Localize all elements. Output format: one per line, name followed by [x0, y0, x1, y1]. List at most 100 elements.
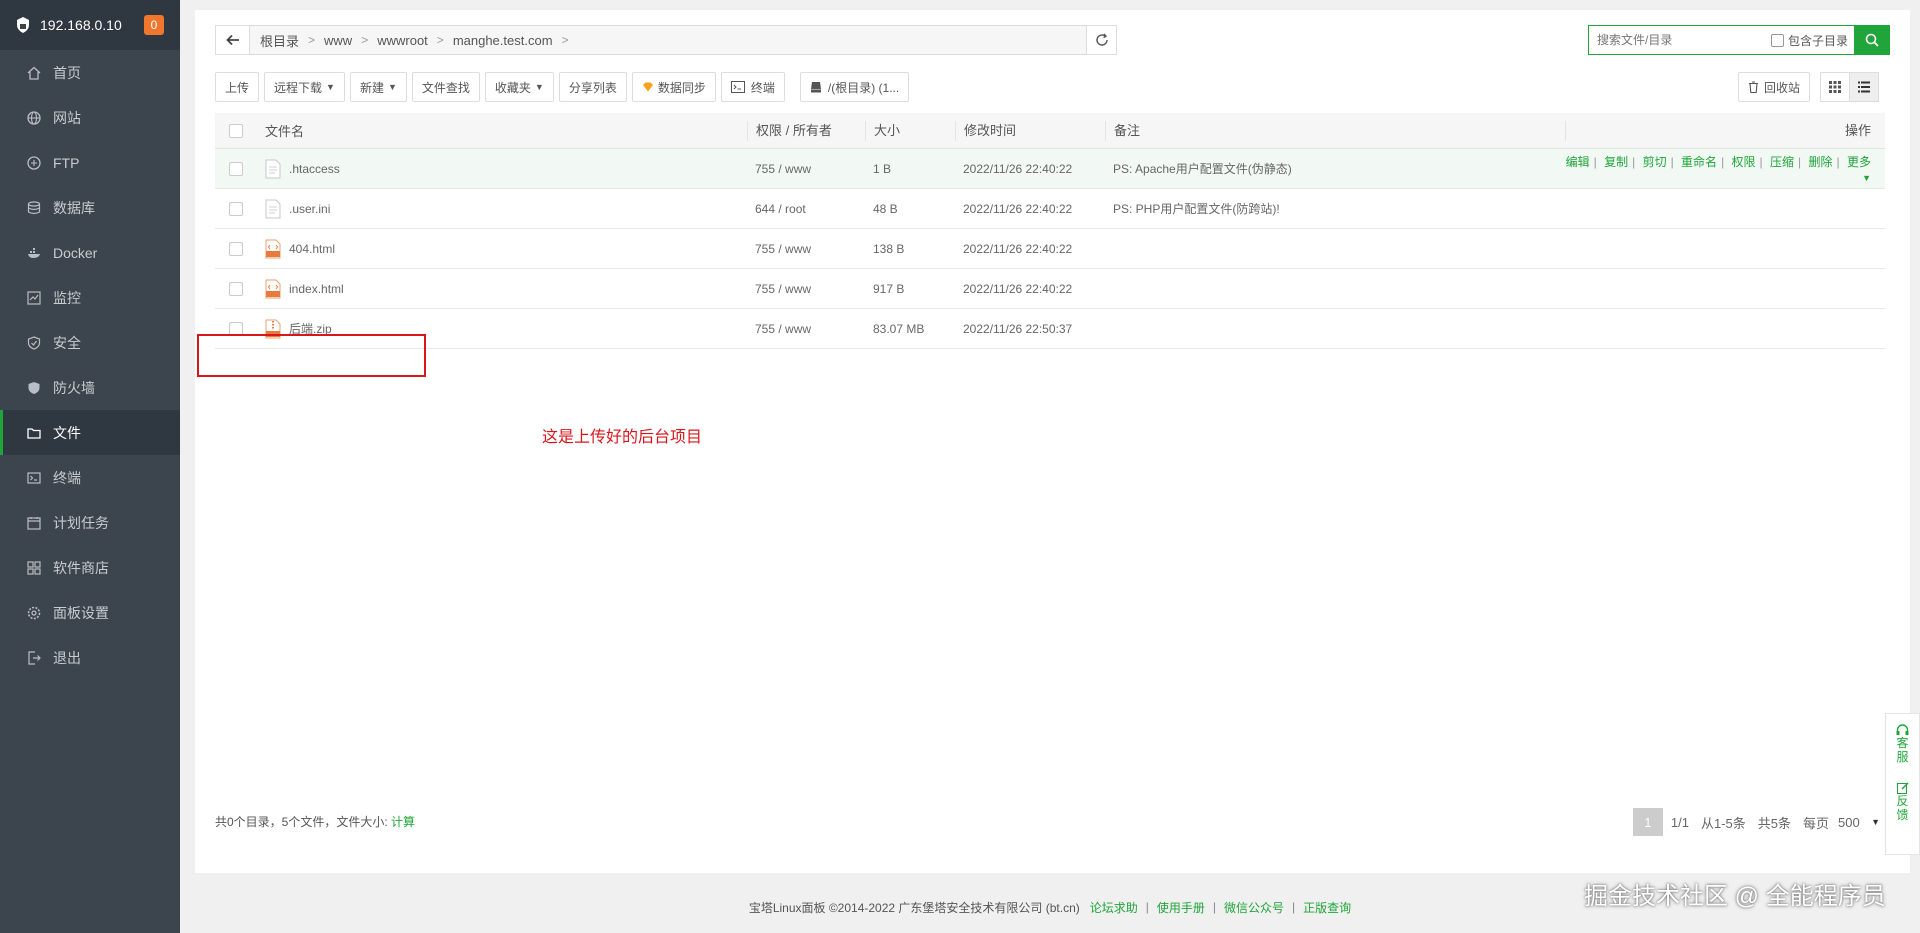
refresh-icon: [1095, 33, 1108, 46]
search-button[interactable]: [1854, 25, 1890, 55]
file-name[interactable]: 404.html: [289, 242, 335, 256]
file-mtime: 2022/11/26 22:40:22: [963, 161, 1073, 176]
refresh-button[interactable]: [1086, 26, 1116, 54]
row-checkbox[interactable]: [229, 161, 243, 176]
summary-text: 共0个目录，5个文件，文件大小:: [215, 815, 388, 829]
sidebar-item-ftp[interactable]: FTP: [0, 140, 180, 185]
sidebar-item-files[interactable]: 文件: [0, 410, 180, 455]
sidebar-item-terminal[interactable]: 终端: [0, 455, 180, 500]
file-perm[interactable]: 755 / www: [747, 162, 865, 176]
file-perm[interactable]: 755 / www: [747, 242, 865, 256]
file-perm[interactable]: 755 / www: [747, 322, 865, 336]
compress-link[interactable]: 压缩: [1770, 155, 1794, 169]
sidebar-item-home[interactable]: 首页: [0, 50, 180, 95]
sidebar-item-docker[interactable]: Docker: [0, 230, 180, 275]
copy-link[interactable]: 复制: [1604, 155, 1628, 169]
file-perm[interactable]: 644 / root: [747, 202, 865, 216]
remote-download-button[interactable]: 远程下载 ▼: [264, 72, 345, 102]
search-input[interactable]: [1589, 26, 1771, 54]
terminal-icon: [730, 81, 745, 93]
disk-button[interactable]: /(根目录) (1...: [799, 72, 910, 102]
table-row[interactable]: .htaccess 755 / www 1 B 2022/11/26 22:40…: [215, 149, 1885, 189]
breadcrumb-www[interactable]: www: [324, 33, 352, 48]
customer-service-button[interactable]: 客服: [1896, 714, 1909, 764]
feedback-button[interactable]: 反馈: [1896, 764, 1909, 822]
sidebar-item-logout[interactable]: 退出: [0, 635, 180, 680]
table-row[interactable]: index.html 755 / www 917 B 2022/11/26 22…: [215, 269, 1885, 309]
include-subdir-toggle[interactable]: 包含子目录: [1770, 32, 1854, 49]
table-row[interactable]: 后端.zip 755 / www 83.07 MB 2022/11/26 22:…: [215, 309, 1885, 349]
table-row[interactable]: .user.ini 644 / root 48 B 2022/11/26 22:…: [215, 189, 1885, 229]
header-mtime[interactable]: 修改时间: [955, 120, 1105, 141]
table-row[interactable]: 404.html 755 / www 138 B 2022/11/26 22:4…: [215, 229, 1885, 269]
file-name[interactable]: .htaccess: [289, 162, 340, 176]
list-view-button[interactable]: [1849, 72, 1879, 102]
message-badge[interactable]: 0: [144, 15, 164, 35]
include-subdir-checkbox[interactable]: [1770, 33, 1784, 47]
customer-service-label: 客服: [1896, 736, 1909, 764]
terminal-button[interactable]: 终端: [720, 72, 785, 102]
license-link[interactable]: 正版查询: [1303, 899, 1351, 916]
file-perm[interactable]: 755 / www: [747, 282, 865, 296]
page-range: 从1-5条: [1700, 815, 1746, 831]
file-mtime: 2022/11/26 22:50:37: [963, 321, 1073, 336]
trash-icon: [1749, 81, 1758, 93]
file-name[interactable]: .user.ini: [289, 202, 330, 216]
cut-link[interactable]: 剪切: [1643, 155, 1667, 169]
manual-link[interactable]: 使用手册: [1157, 899, 1205, 916]
edit-link[interactable]: 编辑: [1566, 155, 1590, 169]
row-checkbox[interactable]: [229, 201, 243, 216]
file-icon: [265, 159, 281, 178]
select-all-checkbox[interactable]: [229, 123, 243, 138]
upload-button[interactable]: 上传: [215, 72, 260, 102]
row-checkbox[interactable]: [229, 241, 243, 256]
docker-icon: [27, 246, 41, 260]
breadcrumb-site[interactable]: manghe.test.com: [453, 33, 553, 48]
data-sync-button[interactable]: 数据同步: [631, 72, 716, 102]
row-checkbox[interactable]: [229, 281, 243, 296]
permission-link[interactable]: 权限: [1732, 155, 1756, 169]
sidebar-item-database[interactable]: 数据库: [0, 185, 180, 230]
grid-view-button[interactable]: [1820, 72, 1850, 102]
new-button[interactable]: 新建 ▼: [349, 72, 407, 102]
wechat-link[interactable]: 微信公众号: [1224, 899, 1284, 916]
header-size[interactable]: 大小: [865, 120, 955, 141]
firewall-icon: [27, 381, 41, 395]
file-mtime: 2022/11/26 22:40:22: [963, 241, 1073, 256]
file-manager-panel: 根目录 > www > wwwroot > manghe.test.com > 包含子目…: [195, 10, 1910, 873]
rename-link[interactable]: 重命名: [1681, 155, 1717, 169]
new-label: 新建: [359, 80, 384, 95]
sidebar-item-settings[interactable]: 面板设置: [0, 590, 180, 635]
file-mtime: 2022/11/26 22:40:22: [963, 281, 1073, 296]
sidebar-item-store[interactable]: 软件商店: [0, 545, 180, 590]
sidebar-item-security[interactable]: 安全: [0, 320, 180, 365]
calc-size-link[interactable]: 计算: [391, 815, 415, 829]
breadcrumb-wwwroot[interactable]: wwwroot: [377, 33, 428, 48]
globe-icon: [27, 110, 41, 125]
sidebar-item-website[interactable]: 网站: [0, 95, 180, 140]
sidebar-item-label: 数据库: [53, 199, 95, 216]
sidebar-item-monitor[interactable]: 监控: [0, 275, 180, 320]
favorites-button[interactable]: 收藏夹 ▼: [484, 72, 554, 102]
sidebar-item-firewall[interactable]: 防火墙: [0, 365, 180, 410]
more-link[interactable]: 更多: [1847, 155, 1871, 169]
recycle-bin-button[interactable]: 回收站: [1738, 72, 1811, 102]
sidebar-item-cron[interactable]: 计划任务: [0, 500, 180, 545]
sidebar-item-label: 防火墙: [53, 379, 95, 396]
header-perm[interactable]: 权限 / 所有者: [747, 120, 865, 141]
per-page-select[interactable]: 500 ▼: [1833, 810, 1885, 834]
delete-link[interactable]: 删除: [1809, 155, 1833, 169]
page-current[interactable]: 1: [1632, 808, 1663, 836]
file-search-button[interactable]: 文件查找: [411, 72, 480, 102]
file-name[interactable]: index.html: [289, 282, 344, 296]
file-note[interactable]: PS: Apache用户配置文件(伪静态): [1105, 160, 1565, 177]
file-note[interactable]: PS: PHP用户配置文件(防跨站)!: [1105, 200, 1565, 217]
breadcrumb-root[interactable]: 根目录: [260, 31, 299, 50]
header-name[interactable]: 文件名: [257, 121, 747, 140]
back-button[interactable]: [216, 26, 250, 54]
forum-link[interactable]: 论坛求助: [1090, 899, 1138, 916]
copyright-text: 宝塔Linux面板 ©2014-2022 广东堡塔安全技术有限公司 (bt.cn…: [748, 900, 1080, 915]
sidebar-item-label: 面板设置: [53, 604, 109, 621]
share-list-button[interactable]: 分享列表: [558, 72, 627, 102]
ftp-icon: [27, 155, 41, 170]
